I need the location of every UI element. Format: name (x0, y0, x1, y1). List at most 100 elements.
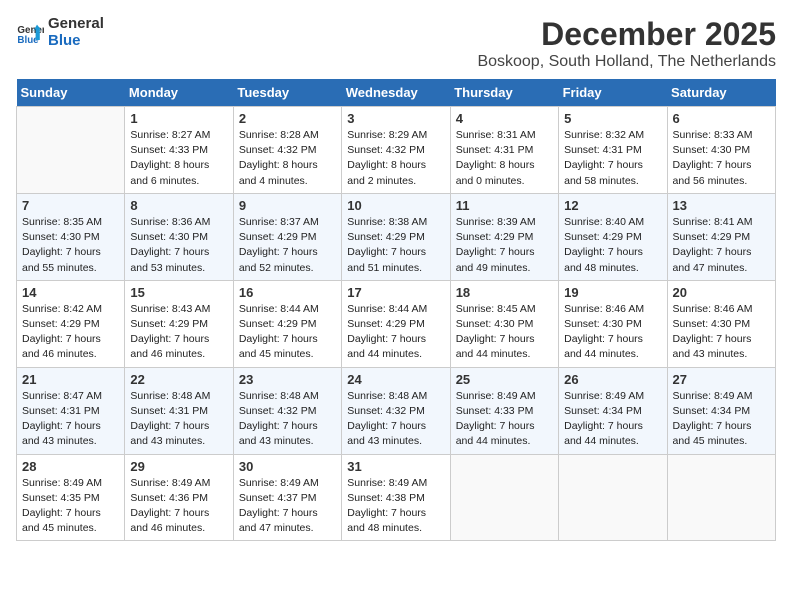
logo-line1: General (48, 16, 104, 33)
day-number: 24 (347, 372, 444, 387)
calendar-cell: 20 Sunrise: 8:46 AM Sunset: 4:30 PM Dayli… (667, 280, 775, 367)
calendar-cell: 10 Sunrise: 8:38 AM Sunset: 4:29 PM Dayli… (342, 193, 450, 280)
logo-line2: Blue (48, 33, 104, 50)
day-info: Sunrise: 8:39 AM Sunset: 4:29 PM Dayligh… (456, 215, 553, 276)
day-number: 31 (347, 459, 444, 474)
day-number: 20 (673, 285, 770, 300)
day-info: Sunrise: 8:28 AM Sunset: 4:32 PM Dayligh… (239, 128, 336, 189)
day-info: Sunrise: 8:49 AM Sunset: 4:35 PM Dayligh… (22, 476, 119, 537)
day-number: 17 (347, 285, 444, 300)
weekday-header: Sunday (17, 79, 125, 107)
calendar-cell (450, 454, 558, 541)
day-info: Sunrise: 8:49 AM Sunset: 4:37 PM Dayligh… (239, 476, 336, 537)
calendar-cell: 3 Sunrise: 8:29 AM Sunset: 4:32 PM Daylig… (342, 107, 450, 194)
day-info: Sunrise: 8:40 AM Sunset: 4:29 PM Dayligh… (564, 215, 661, 276)
calendar-week-row: 1Sunrise: 8:27 AM Sunset: 4:33 PM Daylig… (17, 107, 776, 194)
weekday-header: Thursday (450, 79, 558, 107)
weekday-header: Saturday (667, 79, 775, 107)
day-number: 11 (456, 198, 553, 213)
month-title: December 2025 (477, 16, 776, 53)
calendar-cell: 30 Sunrise: 8:49 AM Sunset: 4:37 PM Dayli… (233, 454, 341, 541)
header: General Blue General Blue December 2025 … (16, 16, 776, 71)
day-number: 27 (673, 372, 770, 387)
calendar-week-row: 7Sunrise: 8:35 AM Sunset: 4:30 PM Daylig… (17, 193, 776, 280)
day-info: Sunrise: 8:36 AM Sunset: 4:30 PM Dayligh… (130, 215, 227, 276)
weekday-header: Monday (125, 79, 233, 107)
calendar-cell: 31 Sunrise: 8:49 AM Sunset: 4:38 PM Dayli… (342, 454, 450, 541)
calendar-cell: 29 Sunrise: 8:49 AM Sunset: 4:36 PM Dayli… (125, 454, 233, 541)
day-number: 15 (130, 285, 227, 300)
calendar-cell: 12 Sunrise: 8:40 AM Sunset: 4:29 PM Dayli… (559, 193, 667, 280)
calendar-week-row: 28 Sunrise: 8:49 AM Sunset: 4:35 PM Dayli… (17, 454, 776, 541)
calendar-cell: 4Sunrise: 8:31 AM Sunset: 4:31 PM Daylig… (450, 107, 558, 194)
day-info: Sunrise: 8:49 AM Sunset: 4:33 PM Dayligh… (456, 389, 553, 450)
calendar-body: 1Sunrise: 8:27 AM Sunset: 4:33 PM Daylig… (17, 107, 776, 541)
calendar-cell: 23Sunrise: 8:48 AM Sunset: 4:32 PM Dayli… (233, 367, 341, 454)
calendar-cell: 1Sunrise: 8:27 AM Sunset: 4:33 PM Daylig… (125, 107, 233, 194)
day-number: 28 (22, 459, 119, 474)
calendar-cell: 21 Sunrise: 8:47 AM Sunset: 4:31 PM Dayli… (17, 367, 125, 454)
day-info: Sunrise: 8:41 AM Sunset: 4:29 PM Dayligh… (673, 215, 770, 276)
calendar-cell (17, 107, 125, 194)
day-info: Sunrise: 8:32 AM Sunset: 4:31 PM Dayligh… (564, 128, 661, 189)
day-info: Sunrise: 8:44 AM Sunset: 4:29 PM Dayligh… (347, 302, 444, 363)
day-info: Sunrise: 8:46 AM Sunset: 4:30 PM Dayligh… (564, 302, 661, 363)
day-number: 4 (456, 111, 553, 126)
weekday-header: Wednesday (342, 79, 450, 107)
day-info: Sunrise: 8:48 AM Sunset: 4:31 PM Dayligh… (130, 389, 227, 450)
calendar-cell (667, 454, 775, 541)
day-info: Sunrise: 8:33 AM Sunset: 4:30 PM Dayligh… (673, 128, 770, 189)
day-number: 23 (239, 372, 336, 387)
day-number: 26 (564, 372, 661, 387)
calendar-cell: 9Sunrise: 8:37 AM Sunset: 4:29 PM Daylig… (233, 193, 341, 280)
day-number: 29 (130, 459, 227, 474)
day-number: 3 (347, 111, 444, 126)
day-info: Sunrise: 8:49 AM Sunset: 4:38 PM Dayligh… (347, 476, 444, 537)
calendar-cell: 13Sunrise: 8:41 AM Sunset: 4:29 PM Dayli… (667, 193, 775, 280)
day-number: 12 (564, 198, 661, 213)
calendar-cell: 28 Sunrise: 8:49 AM Sunset: 4:35 PM Dayli… (17, 454, 125, 541)
day-number: 5 (564, 111, 661, 126)
weekday-header: Friday (559, 79, 667, 107)
day-info: Sunrise: 8:49 AM Sunset: 4:34 PM Dayligh… (564, 389, 661, 450)
day-number: 2 (239, 111, 336, 126)
day-info: Sunrise: 8:43 AM Sunset: 4:29 PM Dayligh… (130, 302, 227, 363)
day-info: Sunrise: 8:49 AM Sunset: 4:34 PM Dayligh… (673, 389, 770, 450)
day-info: Sunrise: 8:47 AM Sunset: 4:31 PM Dayligh… (22, 389, 119, 450)
day-info: Sunrise: 8:49 AM Sunset: 4:36 PM Dayligh… (130, 476, 227, 537)
calendar-cell: 6Sunrise: 8:33 AM Sunset: 4:30 PM Daylig… (667, 107, 775, 194)
calendar-cell: 16Sunrise: 8:44 AM Sunset: 4:29 PM Dayli… (233, 280, 341, 367)
day-number: 30 (239, 459, 336, 474)
logo-icon: General Blue (16, 19, 44, 47)
day-info: Sunrise: 8:29 AM Sunset: 4:32 PM Dayligh… (347, 128, 444, 189)
day-number: 10 (347, 198, 444, 213)
calendar-cell: 17 Sunrise: 8:44 AM Sunset: 4:29 PM Dayli… (342, 280, 450, 367)
day-number: 8 (130, 198, 227, 213)
day-number: 1 (130, 111, 227, 126)
calendar-cell: 22Sunrise: 8:48 AM Sunset: 4:31 PM Dayli… (125, 367, 233, 454)
day-number: 9 (239, 198, 336, 213)
day-info: Sunrise: 8:48 AM Sunset: 4:32 PM Dayligh… (347, 389, 444, 450)
calendar-cell: 27 Sunrise: 8:49 AM Sunset: 4:34 PM Dayli… (667, 367, 775, 454)
calendar-cell: 2 Sunrise: 8:28 AM Sunset: 4:32 PM Daylig… (233, 107, 341, 194)
title-block: December 2025 Boskoop, South Holland, Th… (477, 16, 776, 71)
location-subtitle: Boskoop, South Holland, The Netherlands (477, 53, 776, 71)
day-info: Sunrise: 8:42 AM Sunset: 4:29 PM Dayligh… (22, 302, 119, 363)
weekday-header: Tuesday (233, 79, 341, 107)
day-number: 18 (456, 285, 553, 300)
day-number: 16 (239, 285, 336, 300)
calendar-cell: 26 Sunrise: 8:49 AM Sunset: 4:34 PM Dayli… (559, 367, 667, 454)
logo: General Blue General Blue (16, 16, 104, 49)
day-number: 14 (22, 285, 119, 300)
calendar-cell: 8 Sunrise: 8:36 AM Sunset: 4:30 PM Daylig… (125, 193, 233, 280)
calendar-week-row: 14 Sunrise: 8:42 AM Sunset: 4:29 PM Dayli… (17, 280, 776, 367)
calendar-header-row: SundayMondayTuesdayWednesdayThursdayFrid… (17, 79, 776, 107)
day-info: Sunrise: 8:46 AM Sunset: 4:30 PM Dayligh… (673, 302, 770, 363)
day-info: Sunrise: 8:38 AM Sunset: 4:29 PM Dayligh… (347, 215, 444, 276)
calendar-cell: 15 Sunrise: 8:43 AM Sunset: 4:29 PM Dayli… (125, 280, 233, 367)
calendar-cell: 7Sunrise: 8:35 AM Sunset: 4:30 PM Daylig… (17, 193, 125, 280)
day-number: 21 (22, 372, 119, 387)
day-info: Sunrise: 8:45 AM Sunset: 4:30 PM Dayligh… (456, 302, 553, 363)
calendar-cell: 11 Sunrise: 8:39 AM Sunset: 4:29 PM Dayli… (450, 193, 558, 280)
calendar-cell (559, 454, 667, 541)
